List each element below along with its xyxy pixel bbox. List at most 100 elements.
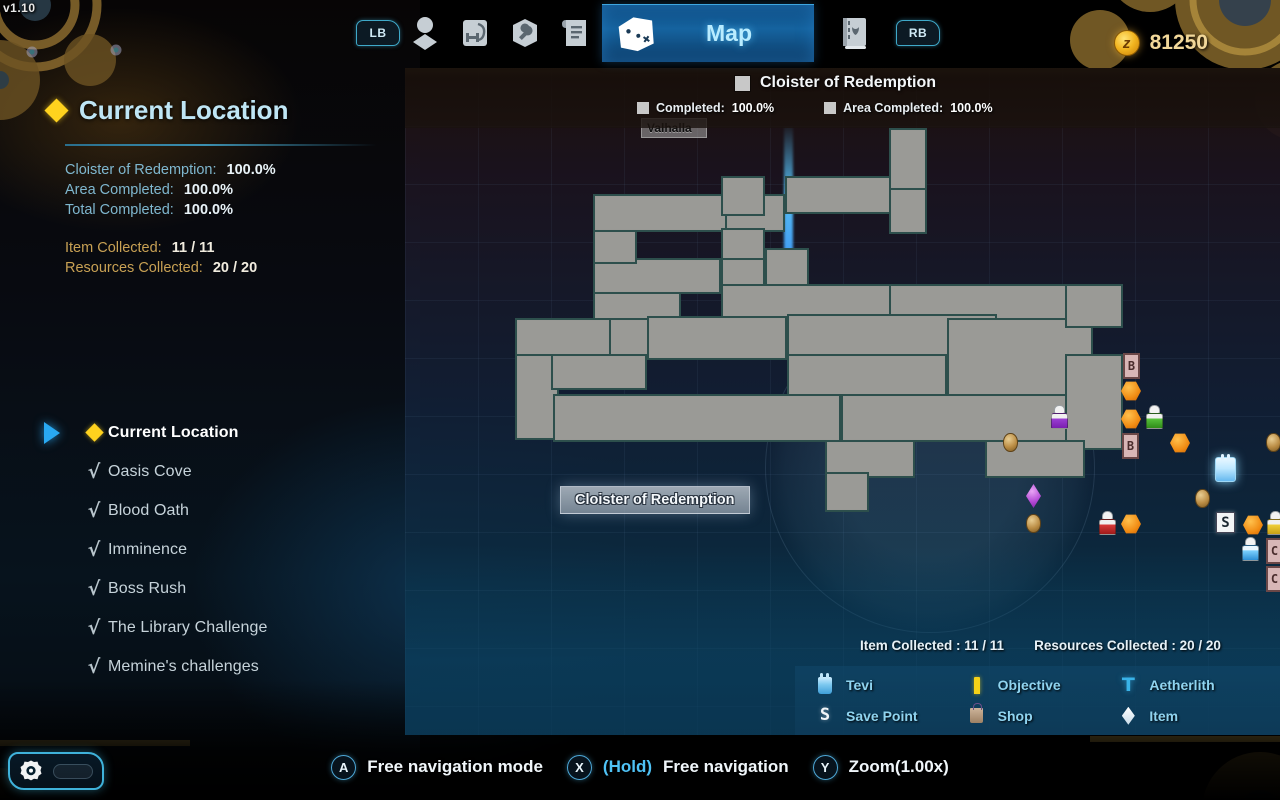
completed-swatch-icon — [637, 102, 649, 114]
map-header-title-group: Cloister of Redemption — [735, 74, 936, 92]
quest-scroll-icon[interactable] — [550, 8, 600, 58]
equipment-icon[interactable] — [450, 8, 500, 58]
legend-label: Item — [1149, 707, 1179, 724]
diamond-shape — [84, 423, 104, 442]
stat-row: Item Collected: 11 / 11 — [65, 238, 400, 258]
map-door-marker-c: C — [1266, 538, 1280, 564]
upgrade-wrench-icon[interactable] — [500, 8, 550, 58]
coin-icon: z — [1113, 30, 1140, 56]
legend-label: Objective — [997, 677, 1061, 694]
check-icon: √ — [80, 617, 108, 639]
panel-header: Current Location — [0, 95, 400, 126]
location-list-item[interactable]: √ Memine's challenges — [0, 647, 400, 686]
version-label: v1.10 — [3, 1, 36, 15]
button-glyph-y: Y — [812, 754, 838, 780]
location-list-item-label: Blood Oath — [108, 501, 190, 519]
map-item-hex-icon — [1121, 409, 1141, 429]
journal-book-icon[interactable] — [830, 8, 880, 58]
item-collected-text: Item Collected : 11 / 11 — [860, 638, 1005, 653]
map-resource-icon — [1195, 489, 1210, 508]
settings-button[interactable] — [8, 752, 104, 790]
map-markers-layer: BBASACC — [405, 68, 1280, 735]
legend-label: Shop — [997, 707, 1033, 724]
hint-a[interactable]: A Free navigation mode — [331, 754, 543, 780]
location-list-item[interactable]: √ Boss Rush — [0, 569, 400, 608]
hint-y[interactable]: Y Zoom(1.00x) — [812, 754, 949, 780]
location-list: Current Location √ Oasis Cove √ Blood Oath √ I… — [0, 413, 400, 686]
check-icon: √ — [80, 578, 108, 600]
check-glyph: √ — [87, 577, 101, 600]
check-icon: √ — [80, 461, 108, 483]
map-panel[interactable]: Valhalla Cloister of Redemption Complete… — [405, 68, 1280, 735]
legend-item-objective: Objective — [967, 676, 1113, 694]
settings-pill — [53, 763, 93, 779]
hint-label: Free navigation mode — [367, 757, 543, 776]
top-navigation-bar: LB Map RB — [0, 0, 1280, 68]
legend-item-item: Item — [1118, 706, 1264, 725]
button-glyph-a: A — [331, 754, 357, 780]
stat-label: Total Completed: — [65, 202, 174, 218]
legend-item-save-point: S Save Point — [815, 707, 961, 724]
map-npc-icon — [1145, 405, 1164, 429]
stat-value: 20 / 20 — [212, 260, 258, 276]
completed-value: 100.0% — [731, 101, 775, 115]
area-completed-label: Area Completed: — [843, 101, 944, 115]
map-door-marker-c: C — [1266, 566, 1280, 592]
location-list-item-label: Current Location — [108, 423, 239, 441]
current-location-panel: Current Location Cloister of Redemption:… — [0, 95, 400, 735]
stat-label: Item Collected: — [65, 240, 162, 256]
game-screen: v1.10 LB Map RB z 81250 Current Location… — [0, 0, 1280, 800]
map-item-hex-icon — [1121, 381, 1141, 401]
check-icon: √ — [80, 539, 108, 561]
map-resource-icon — [1003, 433, 1018, 452]
check-icon: √ — [80, 656, 108, 678]
map-legend: Tevi Objective T Aetherlith S Save Point… — [795, 666, 1280, 735]
character-icon[interactable] — [400, 8, 450, 58]
stat-label: Cloister of Redemption: — [65, 162, 217, 178]
map-area-nameplate: Cloister of Redemption — [560, 486, 750, 514]
stat-row: Cloister of Redemption: 100.0% — [65, 160, 400, 180]
legend-item-tevi: Tevi — [815, 672, 961, 694]
map-resource-icon — [1266, 433, 1280, 452]
hint-hold-label: (Hold) — [602, 757, 652, 776]
check-icon: √ — [80, 500, 108, 522]
diamond-icon — [80, 423, 108, 442]
item-icon — [1118, 706, 1138, 725]
stat-label: Resources Collected: — [65, 260, 203, 276]
area-completed-value: 100.0% — [950, 101, 993, 115]
map-npc-icon — [1098, 511, 1117, 535]
selection-cursor — [44, 421, 80, 444]
hint-x[interactable]: X (Hold) Free navigation — [566, 754, 789, 780]
diamond-icon — [44, 98, 69, 123]
save-point-icon: S — [819, 705, 831, 726]
completed-label: Completed: — [656, 101, 725, 115]
right-bumper-button[interactable]: RB — [896, 20, 940, 46]
location-list-item[interactable]: √ Imminence — [0, 530, 400, 569]
hint-label: Zoom(1.00x) — [848, 757, 949, 776]
location-list-item[interactable]: Current Location — [0, 413, 400, 452]
location-list-item[interactable]: √ Blood Oath — [0, 491, 400, 530]
page-title: Current Location — [79, 95, 289, 125]
hint-group: A Free navigation mode X (Hold) Free navigat… — [331, 754, 949, 780]
map-npc-icon — [1266, 511, 1280, 535]
stat-label: Area Completed: — [65, 182, 174, 198]
gear-icon — [19, 759, 43, 783]
location-list-item[interactable]: √ Oasis Cove — [0, 452, 400, 491]
location-list-item[interactable]: √ The Library Challenge — [0, 608, 400, 647]
map-tevi-icon — [1215, 454, 1236, 482]
stat-value: 100.0% — [183, 202, 233, 218]
check-glyph: √ — [87, 616, 101, 639]
legend-item-shop: Shop — [967, 703, 1113, 724]
location-list-item-label: Memine's challenges — [108, 657, 259, 675]
map-header-bar: Cloister of Redemption Completed: 100.0%… — [405, 68, 1280, 128]
tevi-icon — [815, 672, 835, 694]
legend-label: Tevi — [846, 677, 873, 694]
stat-value: 11 / 11 — [171, 240, 215, 256]
left-bumper-button[interactable]: LB — [356, 20, 400, 46]
tab-map[interactable]: Map — [602, 4, 814, 62]
location-list-item-label: Imminence — [108, 540, 188, 558]
objective-icon — [967, 676, 987, 694]
region-swatch-icon — [735, 75, 750, 91]
bottom-hint-bar: A Free navigation mode X (Hold) Free navigat… — [0, 734, 1280, 800]
hint-label: Free navigation — [663, 757, 789, 776]
